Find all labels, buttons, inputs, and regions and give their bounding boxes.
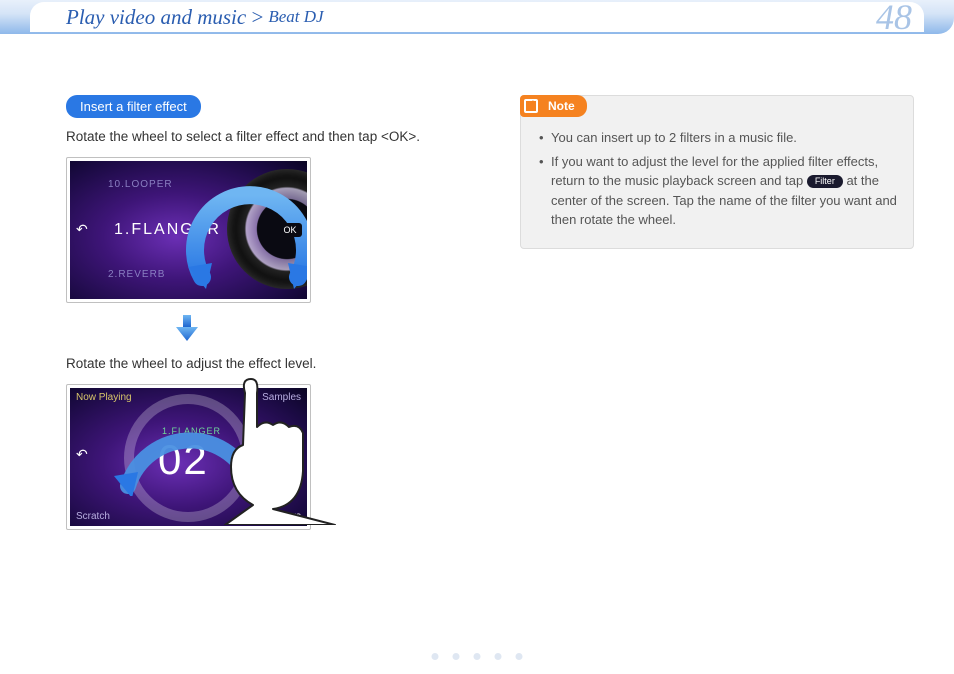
note-list: You can insert up to 2 filters in a musi…: [537, 128, 897, 230]
dot: [516, 653, 523, 660]
filter-option-prev: 10.LOOPER: [108, 179, 173, 190]
dot: [495, 653, 502, 660]
footer-pagination-dots: [432, 653, 523, 660]
corner-scratch: Scratch: [76, 511, 110, 522]
breadcrumb-sub: Beat DJ: [268, 7, 323, 27]
dot: [474, 653, 481, 660]
filter-option-next: 2.REVERB: [108, 269, 165, 280]
down-arrow-icon: [176, 315, 460, 341]
instruction-2: Rotate the wheel to adjust the effect le…: [66, 355, 460, 374]
note-box: Note You can insert up to 2 filters in a…: [520, 95, 914, 249]
note-checkbox-icon: [520, 95, 542, 117]
instruction-1: Rotate the wheel to select a filter effe…: [66, 128, 460, 147]
content-area: Insert a filter effect Rotate the wheel …: [66, 95, 914, 542]
dot: [453, 653, 460, 660]
left-column: Insert a filter effect Rotate the wheel …: [66, 95, 460, 542]
dot: [432, 653, 439, 660]
note-item-2: If you want to adjust the level for the …: [537, 152, 897, 230]
breadcrumb-main: Play video and music: [66, 5, 246, 30]
note-item-1: You can insert up to 2 filters in a musi…: [537, 128, 897, 148]
hand-gesture-icon: [217, 375, 347, 530]
note-header: Note: [520, 95, 587, 117]
header-inner: Play video and music > Beat DJ 48: [30, 2, 924, 32]
header-bar: Play video and music > Beat DJ 48: [0, 0, 954, 34]
page-number: 48: [876, 0, 912, 38]
filter-pill-icon: Filter: [807, 175, 843, 188]
section-subheading: Insert a filter effect: [66, 95, 201, 118]
device-screenshot-1: 10.LOOPER 1.FLANGER 2.REVERB ↶ OK: [66, 157, 311, 303]
note-label: Note: [542, 95, 587, 117]
device-screen-1: 10.LOOPER 1.FLANGER 2.REVERB ↶ OK: [70, 161, 307, 299]
back-icon-2: ↶: [76, 446, 92, 462]
device-screenshot-2: Now Playing Samples Scratch Filters ↶ 1.…: [66, 384, 311, 530]
ok-button: OK: [278, 223, 302, 237]
back-icon: ↶: [76, 221, 92, 237]
breadcrumb-separator: >: [250, 5, 264, 30]
right-column: Note You can insert up to 2 filters in a…: [520, 95, 914, 542]
